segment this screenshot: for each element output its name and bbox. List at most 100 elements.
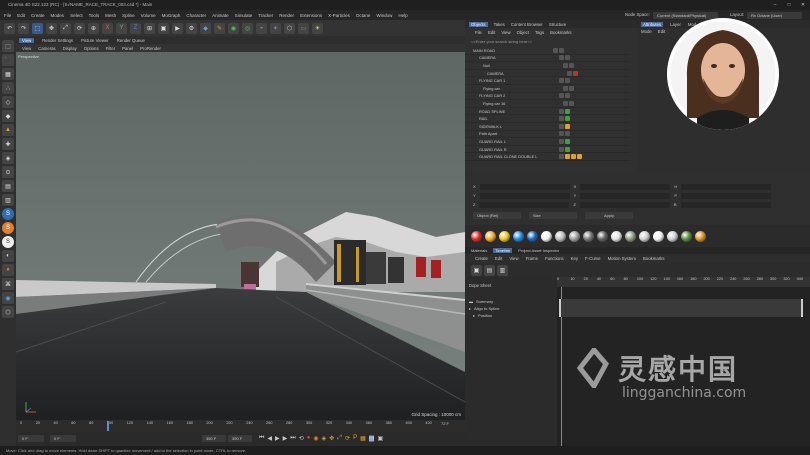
z-axis-icon[interactable]: Z	[130, 22, 141, 34]
make-editable-icon[interactable]: ⬚	[2, 40, 14, 52]
layout-dropdown[interactable]: Rx Octane (User)	[747, 11, 802, 19]
x-axis-icon[interactable]: X	[102, 22, 113, 34]
move-icon[interactable]: ✥	[46, 22, 57, 34]
start-frame-field[interactable]: 0 F	[18, 435, 44, 442]
material-swatch[interactable]	[667, 230, 678, 242]
tab-content-browser[interactable]: Content Browser	[511, 22, 543, 27]
object-row[interactable]: RAIL	[465, 115, 630, 123]
sculpt-icon[interactable]: ⌘	[2, 278, 14, 290]
record-icon[interactable]: ●	[307, 435, 311, 442]
tl-menu-edit[interactable]: Edit	[495, 256, 502, 261]
menu-volume[interactable]: Volume	[141, 13, 156, 18]
rotation-key-icon[interactable]: ⟳	[345, 435, 350, 442]
tab-structure[interactable]: Structure	[549, 22, 566, 27]
motion-mode-icon[interactable]: ▥	[497, 265, 508, 276]
tab-materials[interactable]: Materials	[471, 248, 487, 253]
pla-key-icon[interactable]: ▦	[360, 435, 366, 442]
viewport-menu-options[interactable]: Options	[84, 46, 99, 51]
tl-menu-key[interactable]: Key	[571, 256, 578, 261]
rotation-p-field[interactable]	[681, 192, 772, 199]
tab-picture-viewer[interactable]: Picture Viewer	[81, 38, 109, 43]
menu-window[interactable]: Window	[376, 13, 392, 18]
tl-menu-create[interactable]: Create	[475, 256, 488, 261]
uv-mode-icon[interactable]: ▲	[2, 124, 14, 136]
menu-extensions[interactable]: Extensions	[300, 13, 322, 18]
obj-menu-edit[interactable]: Edit	[488, 30, 495, 35]
attr-menu-edit[interactable]: Edit	[658, 29, 665, 34]
position-y-field[interactable]	[479, 192, 570, 199]
subdivision-icon[interactable]: ◉	[228, 22, 239, 34]
param-key-icon[interactable]: P	[353, 435, 357, 442]
object-row[interactable]: CAMERA	[465, 70, 630, 78]
material-swatch[interactable]	[611, 230, 622, 242]
menu-character[interactable]: Character	[186, 13, 206, 18]
tab-render-queue[interactable]: Render Queue	[117, 38, 145, 43]
keyframe-selection-icon[interactable]: ◈	[322, 435, 327, 442]
position-x-field[interactable]	[479, 183, 570, 190]
obj-menu-file[interactable]: File	[475, 30, 482, 35]
object-row[interactable]: GUARD RAIL CLONE DOUBLE L	[465, 153, 630, 161]
tl-menu-view[interactable]: View	[509, 256, 518, 261]
object-row[interactable]: GUARD RAIL L	[465, 138, 630, 146]
material-swatch[interactable]	[569, 230, 580, 242]
go-to-end-icon[interactable]: ⏭	[290, 435, 295, 442]
tl-menu-functions[interactable]: Functions	[545, 256, 564, 261]
tab-view[interactable]: View	[19, 37, 35, 43]
lock-icon[interactable]: ▥	[2, 194, 14, 206]
playhead[interactable]	[107, 421, 109, 431]
menu-simulate[interactable]: Simulate	[235, 13, 253, 18]
autokey-icon[interactable]: ◉	[313, 435, 318, 442]
rotate-icon[interactable]: ⟳	[74, 22, 85, 34]
play-icon[interactable]: ▶	[275, 435, 280, 442]
material-swatch[interactable]	[597, 230, 608, 242]
next-key-icon[interactable]: ▶	[283, 435, 288, 442]
scale-key-icon[interactable]: ⤢	[337, 435, 342, 442]
material-swatch[interactable]	[541, 230, 552, 242]
tl-menu-bookmarks[interactable]: Bookmarks	[643, 256, 665, 261]
scene-icon[interactable]: ⬡	[284, 22, 295, 34]
apply-button[interactable]: Apply	[585, 212, 633, 219]
tl-menu-fcurve[interactable]: F-Curve	[585, 256, 601, 261]
object-row[interactable]: FLYING CAR 1	[465, 77, 630, 85]
cube-icon[interactable]: ◆	[200, 22, 211, 34]
extra-tool-icon[interactable]: ⬡	[2, 306, 14, 318]
object-row[interactable]: SIDEWALK L	[465, 123, 630, 131]
size-y-field[interactable]	[580, 192, 671, 199]
workplane-icon[interactable]: ▤	[2, 180, 14, 192]
y-axis-icon[interactable]: Y	[116, 22, 127, 34]
menu-edit[interactable]: Edit	[17, 13, 25, 18]
min-frame-field[interactable]: 0 F	[50, 435, 76, 442]
tab-project-asset-inspector[interactable]: Project Asset Inspector	[518, 248, 559, 253]
material-swatch[interactable]	[583, 230, 594, 242]
material-swatch[interactable]	[695, 230, 706, 242]
rotation-h-field[interactable]	[681, 183, 772, 190]
keyframe-range[interactable]	[559, 299, 803, 317]
obj-menu-view[interactable]: View	[501, 30, 510, 35]
loop-icon[interactable]: ⟲	[299, 435, 304, 442]
menu-spline[interactable]: Spline	[122, 13, 135, 18]
timeline-settings-icon[interactable]: ▣	[377, 435, 383, 442]
undo-icon[interactable]: ↶	[4, 22, 15, 34]
menu-create[interactable]: Create	[31, 13, 45, 18]
model-mode-icon[interactable]: ⬛	[2, 54, 14, 66]
material-swatch[interactable]	[681, 230, 692, 242]
track-position[interactable]: ▸ Position	[469, 312, 557, 318]
node-space-dropdown[interactable]: Current (Standard/Physical)	[653, 11, 718, 19]
viewport-menu-filter[interactable]: Filter	[106, 46, 116, 51]
object-row[interactable]: Null	[465, 62, 630, 70]
menu-render[interactable]: Render	[279, 13, 294, 18]
obj-menu-object[interactable]: Object	[517, 30, 529, 35]
render-settings-icon[interactable]: ⚙	[186, 22, 197, 34]
tab-attributes[interactable]: Attributes	[641, 21, 664, 27]
object-row[interactable]: Flying car 16	[465, 100, 630, 108]
material-swatch[interactable]	[555, 230, 566, 242]
material-swatch[interactable]	[499, 230, 510, 242]
tl-menu-frame[interactable]: Frame	[526, 256, 538, 261]
menu-select[interactable]: Select	[70, 13, 83, 18]
size-x-field[interactable]	[580, 183, 671, 190]
3d-viewport[interactable]: Perspective Grid Spacing : 10000 cm	[16, 52, 465, 420]
render-view-icon[interactable]: ▣	[158, 22, 169, 34]
track-align-to-spline[interactable]: ▸ Align to Spline	[469, 305, 557, 311]
octane-icon[interactable]: ◉	[2, 292, 14, 304]
live-selection-icon[interactable]: ⬚	[32, 22, 43, 34]
